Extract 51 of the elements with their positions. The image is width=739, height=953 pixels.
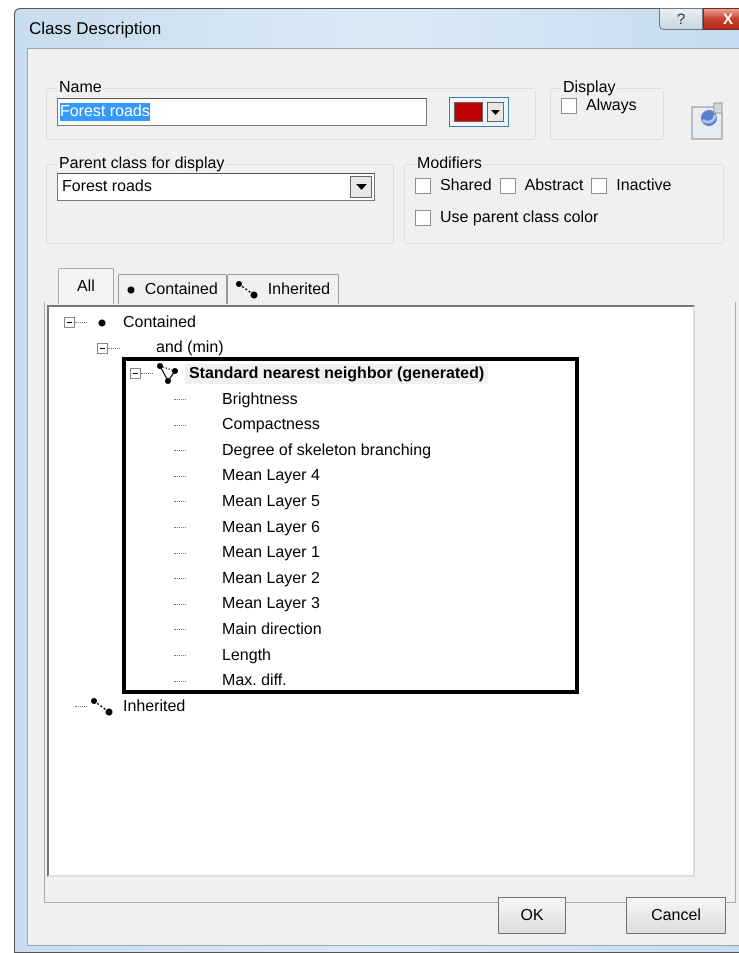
tab[interactable]: Inherited (226, 274, 339, 304)
help-button[interactable]: ? (659, 8, 703, 30)
cancel-button[interactable]: Cancel (626, 897, 726, 934)
tree-item[interactable]: Mean Layer 4 (218, 466, 324, 486)
network-icon (156, 362, 180, 385)
checkbox-label: Use parent class color (440, 209, 598, 227)
checkbox-label: Inactive (616, 177, 672, 195)
diagonal-arrow-icon (91, 698, 113, 716)
checkbox-label: Always (586, 97, 637, 115)
checkbox[interactable] (415, 210, 431, 226)
tab[interactable]: All (58, 268, 114, 304)
tree-item[interactable]: Brightness (218, 390, 302, 410)
tree-item[interactable]: Mean Layer 3 (218, 594, 324, 614)
tree-item[interactable]: Mean Layer 6 (218, 518, 324, 538)
tree-item[interactable]: Inherited (119, 696, 190, 717)
tree-item[interactable]: Main direction (218, 620, 326, 640)
diagonal-arrow-icon (236, 280, 258, 298)
collapse-toggle[interactable] (64, 317, 75, 328)
checkbox[interactable] (500, 178, 516, 194)
tree-item[interactable]: Max. diff. (218, 671, 291, 692)
tree-item[interactable]: Standard nearest neighbor (generated) (185, 364, 488, 384)
tab[interactable]: Contained (118, 274, 227, 304)
tree-item[interactable]: and (min) (152, 338, 228, 358)
tree-item[interactable]: Degree of skeleton branching (218, 440, 436, 461)
tree-item[interactable]: Mean Layer 1 (218, 543, 324, 564)
close-button[interactable]: X (703, 8, 739, 30)
tree-item[interactable]: Compactness (218, 415, 324, 436)
caret-icon (356, 184, 366, 190)
checkbox-label: Shared (440, 177, 492, 195)
dot-icon (126, 286, 135, 294)
parent-class-dropdown[interactable]: Forest roads (57, 173, 375, 201)
checkbox[interactable] (561, 98, 577, 114)
dot-icon (98, 318, 106, 327)
checkbox[interactable] (591, 178, 608, 194)
group-label: Modifiers (416, 155, 483, 173)
tree-item[interactable]: Mean Layer 5 (218, 492, 324, 512)
caret-icon (490, 110, 500, 114)
collapse-toggle[interactable] (97, 342, 108, 354)
tree-item[interactable]: Contained (119, 312, 200, 333)
group-label: Name (58, 79, 103, 97)
tree-item[interactable]: Length (218, 646, 275, 666)
document-icon[interactable] (690, 101, 724, 141)
ok-button[interactable]: OK (498, 897, 566, 934)
collapse-toggle[interactable] (130, 368, 141, 380)
group-label: Display (562, 79, 616, 97)
group-label: Parent class for display (58, 155, 226, 173)
window-title: Class Description (29, 19, 162, 39)
color-picker[interactable] (449, 97, 509, 127)
checkbox-label: Abstract (524, 177, 584, 195)
tree-item[interactable]: Mean Layer 2 (218, 568, 324, 589)
checkbox[interactable] (415, 178, 431, 194)
